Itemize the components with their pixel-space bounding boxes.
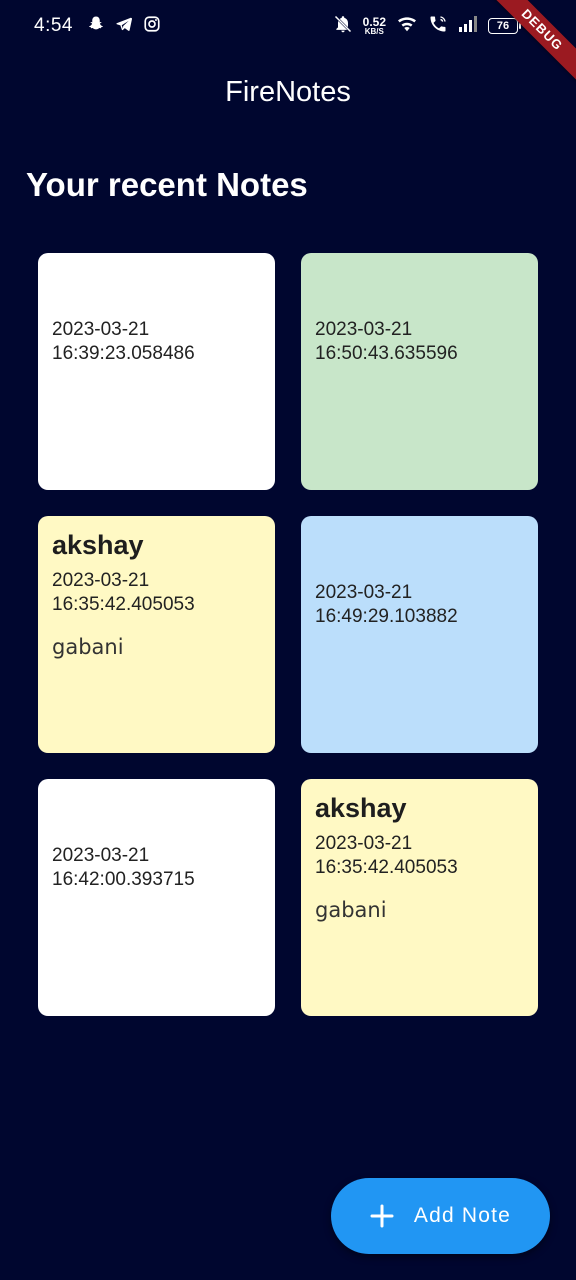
app-screen: 4:54 0.52 KB/S 76 DEBUG FireNotes Your r… [0, 0, 576, 1280]
note-card[interactable]: 2023-03-21 16:39:23.058486 [38, 253, 275, 490]
note-title: akshay [315, 793, 407, 823]
telegram-icon [115, 15, 133, 38]
signal-icon [458, 15, 478, 38]
wifi-call-icon [428, 14, 448, 39]
status-bar: 4:54 0.52 KB/S 76 [0, 0, 576, 52]
notification-icons [87, 15, 161, 38]
note-date: 2023-03-21 16:49:29.103882 [315, 581, 458, 627]
add-note-button[interactable]: Add Note [331, 1178, 550, 1254]
note-body: gabani [315, 898, 387, 922]
wifi-icon [396, 15, 418, 38]
network-speed: 0.52 KB/S [363, 16, 386, 36]
note-date: 2023-03-21 16:35:42.405053 [52, 570, 195, 615]
instagram-icon [143, 15, 161, 38]
note-card[interactable]: 2023-03-21 16:49:29.103882 [301, 516, 538, 753]
app-title: FireNotes [225, 76, 351, 108]
status-left: 4:54 [34, 15, 161, 38]
note-date: 2023-03-21 16:35:42.405053 [315, 833, 458, 878]
note-card[interactable]: akshay 2023-03-21 16:35:42.405053 gabani [301, 779, 538, 1016]
network-speed-unit: KB/S [364, 27, 384, 36]
battery-icon: 76 [488, 18, 521, 34]
note-title: akshay [52, 530, 144, 560]
note-date: 2023-03-21 16:39:23.058486 [52, 318, 195, 364]
status-time: 4:54 [34, 15, 73, 36]
note-card[interactable]: 2023-03-21 16:42:00.393715 [38, 779, 275, 1016]
plus-icon [370, 1204, 394, 1228]
note-body: gabani [52, 635, 124, 659]
snapchat-icon [87, 15, 105, 38]
notes-grid: 2023-03-21 16:39:23.058486 2023-03-21 16… [38, 253, 538, 1016]
battery-level: 76 [496, 20, 510, 32]
mute-icon [333, 14, 353, 39]
section-title: Your recent Notes [26, 166, 308, 203]
note-card[interactable]: akshay 2023-03-21 16:35:42.405053 gabani [38, 516, 275, 753]
note-date: 2023-03-21 16:50:43.635596 [315, 318, 458, 364]
note-date: 2023-03-21 16:42:00.393715 [52, 844, 195, 890]
note-card[interactable]: 2023-03-21 16:50:43.635596 [301, 253, 538, 490]
add-note-label: Add Note [413, 1204, 512, 1227]
